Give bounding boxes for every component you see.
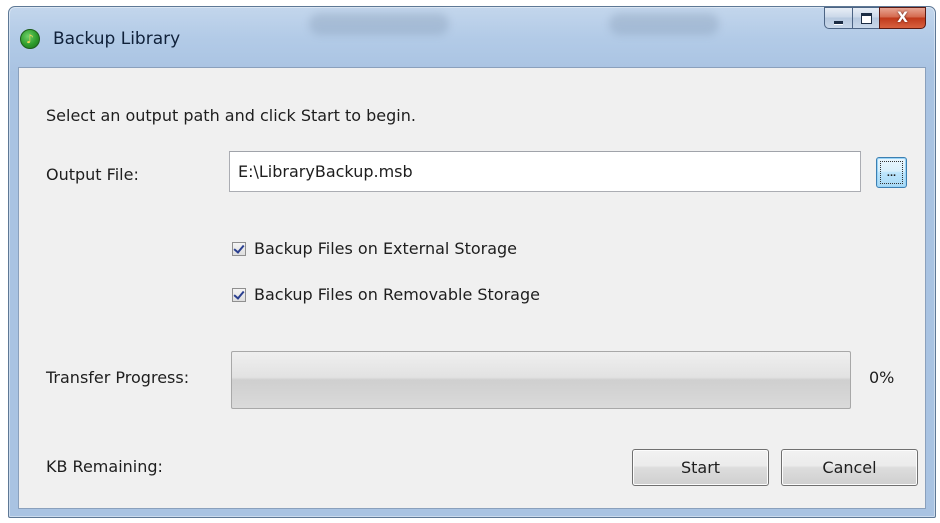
removable-storage-option[interactable]: Backup Files on Removable Storage	[232, 285, 540, 304]
browse-button[interactable]: ...	[876, 157, 907, 188]
cancel-button[interactable]: Cancel	[781, 449, 918, 486]
backup-library-window: ♪ Backup Library X Select an output path…	[8, 6, 936, 518]
start-button[interactable]: Start	[632, 449, 769, 486]
maximize-button[interactable]	[852, 7, 879, 29]
transfer-progress-label: Transfer Progress:	[46, 368, 190, 387]
music-note-icon: ♪	[20, 29, 40, 49]
close-icon: X	[897, 10, 908, 26]
external-storage-checkbox[interactable]	[232, 241, 246, 256]
close-button[interactable]: X	[879, 7, 926, 29]
title-bar[interactable]: ♪ Backup Library X	[9, 7, 935, 67]
window-title: Backup Library	[53, 29, 181, 49]
kb-remaining-label: KB Remaining:	[46, 457, 163, 476]
transfer-progress-bar	[231, 351, 851, 409]
minimize-button[interactable]	[824, 7, 852, 29]
focus-rectangle	[880, 161, 903, 184]
external-storage-label: Backup Files on External Storage	[254, 239, 518, 258]
output-file-field[interactable]	[229, 151, 861, 192]
instruction-text: Select an output path and click Start to…	[46, 106, 416, 125]
external-storage-option[interactable]: Backup Files on External Storage	[232, 239, 517, 258]
output-file-input[interactable]	[238, 162, 838, 181]
window-controls: X	[824, 7, 926, 29]
progress-percent: 0%	[869, 368, 895, 387]
dialog-content: Select an output path and click Start to…	[18, 67, 926, 509]
minimize-icon	[834, 20, 843, 24]
maximize-icon	[860, 12, 872, 24]
output-file-label: Output File:	[46, 165, 139, 184]
removable-storage-checkbox[interactable]	[232, 287, 246, 302]
removable-storage-label: Backup Files on Removable Storage	[254, 285, 540, 304]
